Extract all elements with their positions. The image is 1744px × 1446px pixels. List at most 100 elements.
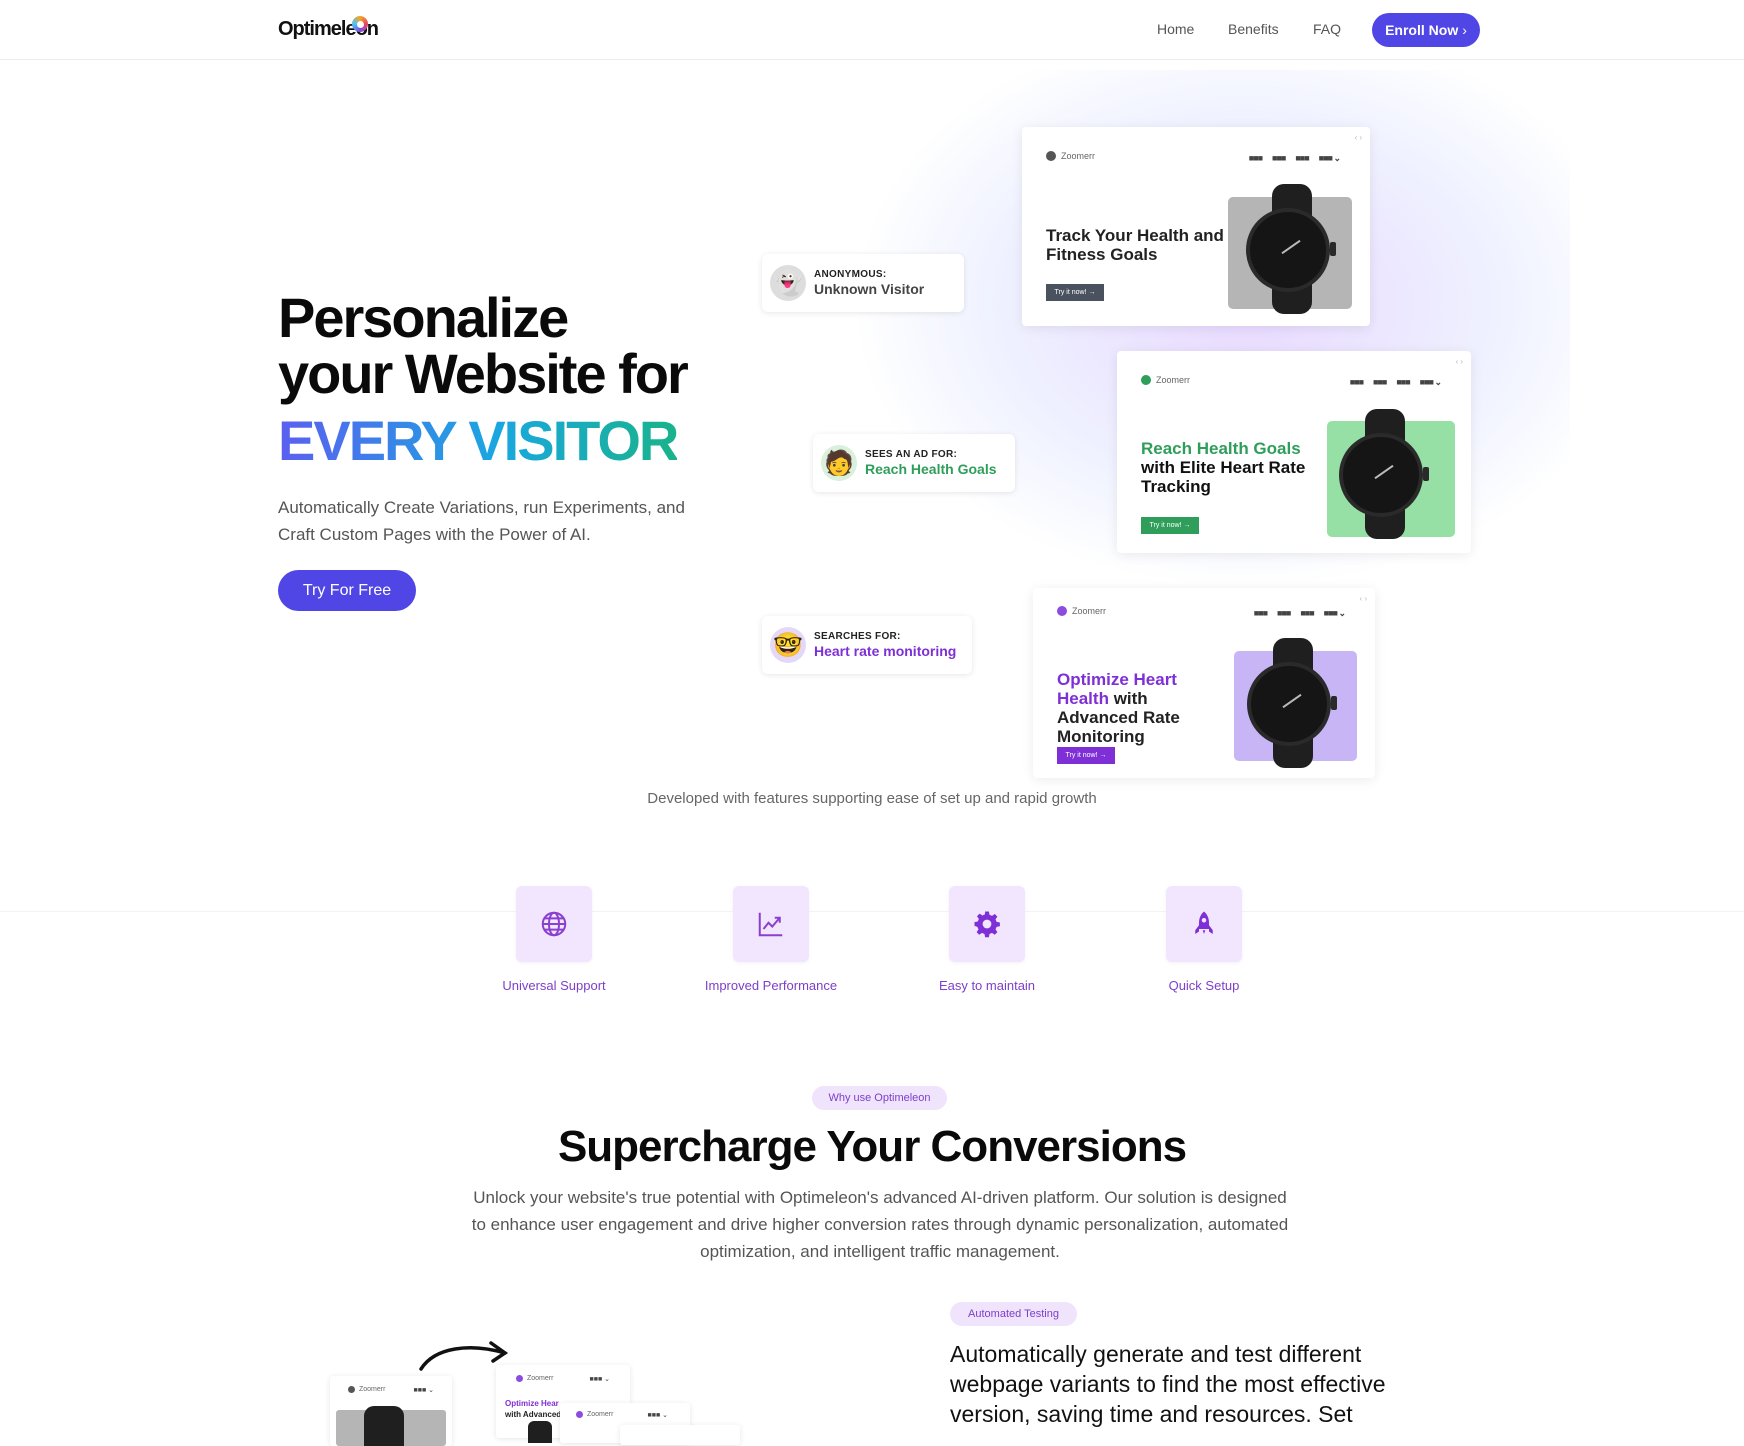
- brand-logo-icon: [1046, 151, 1056, 161]
- mockup-title: Track Your Health and Fitness Goals: [1046, 226, 1224, 264]
- feature-icon-box: [949, 886, 1025, 962]
- chevron-right-icon: ›: [1462, 22, 1467, 38]
- try-for-free-button[interactable]: Try For Free: [278, 570, 416, 611]
- hero-subtitle: Automatically Create Variations, run Exp…: [278, 498, 685, 544]
- mini-brand: Zoomerr: [516, 1375, 553, 1382]
- mockup-menu: ■■■ ■■■ ■■■ ■■■ ⌄: [1349, 377, 1442, 388]
- mockup-try-button: Try it now! →: [1141, 517, 1199, 534]
- mockup-title: Reach Health Goals with Elite Heart Rate…: [1141, 439, 1316, 496]
- brand-name: Zoomerr: [359, 1386, 386, 1393]
- variant-mockup-default: ‹ › Zoomerr ■■■ ■■■ ■■■ ■■■ ⌄ Track Your He…: [1022, 127, 1370, 326]
- ghost-avatar-icon: 👻: [770, 265, 806, 301]
- gear-icon: [974, 911, 1000, 938]
- mini-title: with Advanced: [505, 1410, 562, 1419]
- rocket-icon: [1195, 911, 1213, 934]
- globe-icon: [541, 911, 567, 937]
- brand-name: Zoomerr: [1072, 606, 1107, 616]
- mini-menu: ■■■ ⌄: [413, 1387, 435, 1394]
- feature-label: Easy to maintain: [938, 978, 1036, 993]
- brand-name: Zoomerr: [1061, 151, 1096, 161]
- feature-universal-support: Universal Support: [454, 886, 654, 993]
- mini-menu: ■■■ ⌄: [589, 1376, 611, 1383]
- mockup-title: Optimize Heart Health with Advanced Rate…: [1057, 670, 1232, 746]
- mini-mockup-variant-3: [620, 1425, 740, 1445]
- mockup-brand: Zoomerr: [1141, 375, 1190, 385]
- section-title: Supercharge Your Conversions: [557, 1122, 1187, 1171]
- mockup-title-accent: Reach Health Goals: [1141, 439, 1301, 458]
- mockup-title-rest: with Elite Heart Rate Tracking: [1141, 458, 1306, 496]
- enroll-now-label: Enroll Now: [1385, 22, 1459, 38]
- brand-logo-icon: [1141, 375, 1151, 385]
- mini-title-accent: Optimize Hear: [505, 1399, 559, 1408]
- automated-testing-pill: Automated Testing: [950, 1302, 1077, 1326]
- menu-item: ■■■: [1300, 608, 1314, 618]
- brand-name: Zoomerr: [1156, 375, 1191, 385]
- mockup-try-button: Try it now! →: [1046, 284, 1104, 301]
- brand-logo-icon: [1057, 606, 1067, 616]
- persona-value: Reach Health Goals: [865, 461, 997, 477]
- mockup-nav-arrows: ‹ ›: [1455, 357, 1463, 366]
- divider: [0, 911, 1744, 912]
- smartwatch-image: [1247, 638, 1339, 768]
- hero-title-line-1: Personalize: [278, 286, 569, 349]
- brand-name: Zoomerr: [587, 1411, 614, 1418]
- smartwatch-image: [1246, 184, 1338, 314]
- persona-card-ad: 🧑 SEES AN AD FOR: Reach Health Goals: [813, 434, 1015, 492]
- nav-link-faq[interactable]: FAQ: [1313, 21, 1341, 37]
- mini-menu: ■■■ ⌄: [647, 1412, 669, 1419]
- automated-testing-description: Automatically generate and test differen…: [950, 1341, 1386, 1427]
- feature-icon-box: [733, 886, 809, 962]
- menu-item: ■■■ ⌄: [1318, 153, 1341, 163]
- menu-item: ■■■: [1248, 153, 1263, 163]
- feature-easy-to-maintain: Easy to maintain: [887, 886, 1087, 993]
- smartwatch-image: [528, 1421, 552, 1443]
- mockup-nav-arrows: ‹ ›: [1359, 594, 1367, 603]
- glasses-avatar-icon: 🤓: [770, 627, 806, 663]
- feature-label: Universal Support: [502, 978, 606, 993]
- persona-value: Unknown Visitor: [814, 281, 925, 297]
- mini-mockup-original: Zoomerr ■■■ ⌄: [330, 1376, 452, 1446]
- feature-icon-box: [1166, 886, 1242, 962]
- mini-brand: Zoomerr: [348, 1386, 385, 1393]
- brand-name: Zoomerr: [527, 1375, 554, 1382]
- curly-hair-avatar-icon: 🧑: [821, 445, 857, 481]
- nav-link-home[interactable]: Home: [1157, 21, 1194, 37]
- mockup-try-button: Try it now! →: [1057, 747, 1115, 764]
- mockup-brand: Zoomerr: [1057, 606, 1106, 616]
- menu-item: ■■■: [1396, 377, 1410, 387]
- feature-icon-box: [516, 886, 592, 962]
- hero-title-line-2: your Website for: [278, 342, 689, 405]
- mockup-menu: ■■■ ■■■ ■■■ ■■■ ⌄: [1253, 608, 1346, 619]
- feature-label: Quick Setup: [1168, 978, 1240, 993]
- mockup-brand: Zoomerr: [1046, 151, 1095, 161]
- menu-item: ■■■: [1272, 153, 1286, 163]
- why-pill-badge: Why use Optimeleon: [812, 1086, 947, 1110]
- chart-trend-icon: [758, 912, 783, 937]
- features-tagline: Developed with features supporting ease …: [647, 790, 1097, 807]
- smartwatch-image: [364, 1406, 404, 1446]
- hero-title-highlight: EVERY VISITOR: [278, 409, 679, 472]
- feature-improved-performance: Improved Performance: [671, 886, 871, 993]
- nav-link-benefits[interactable]: Benefits: [1228, 21, 1279, 37]
- menu-item: ■■■: [1349, 377, 1364, 387]
- persona-label: SEARCHES FOR:: [814, 631, 901, 642]
- mockup-nav-arrows: ‹ ›: [1354, 133, 1362, 142]
- mockup-menu: ■■■ ■■■ ■■■ ■■■ ⌄: [1248, 153, 1341, 164]
- persona-card-search: 🤓 SEARCHES FOR: Heart rate monitoring: [762, 616, 972, 674]
- menu-item: ■■■ ⌄: [1323, 608, 1346, 618]
- menu-item: ■■■: [1277, 608, 1291, 618]
- menu-item: ■■■: [1253, 608, 1268, 618]
- enroll-now-button[interactable]: Enroll Now ›: [1372, 13, 1480, 47]
- persona-value: Heart rate monitoring: [814, 643, 957, 659]
- variant-mockup-ad: ‹ › Zoomerr ■■■ ■■■ ■■■ ■■■ ⌄ Reach Health …: [1117, 351, 1471, 553]
- menu-item: ■■■: [1373, 377, 1387, 387]
- menu-item: ■■■ ⌄: [1419, 377, 1442, 387]
- logo-mark-icon: [352, 16, 368, 32]
- persona-card-anonymous: 👻 ANONYMOUS: Unknown Visitor: [762, 254, 964, 312]
- feature-quick-setup: Quick Setup: [1104, 886, 1304, 993]
- persona-label: ANONYMOUS:: [814, 269, 887, 280]
- mini-brand: Zoomerr: [576, 1411, 613, 1418]
- hero-title: Personalize your Website for: [278, 286, 689, 405]
- persona-label: SEES AN AD FOR:: [865, 449, 958, 460]
- section-paragraph: Unlock your website's true potential wit…: [471, 1188, 1289, 1261]
